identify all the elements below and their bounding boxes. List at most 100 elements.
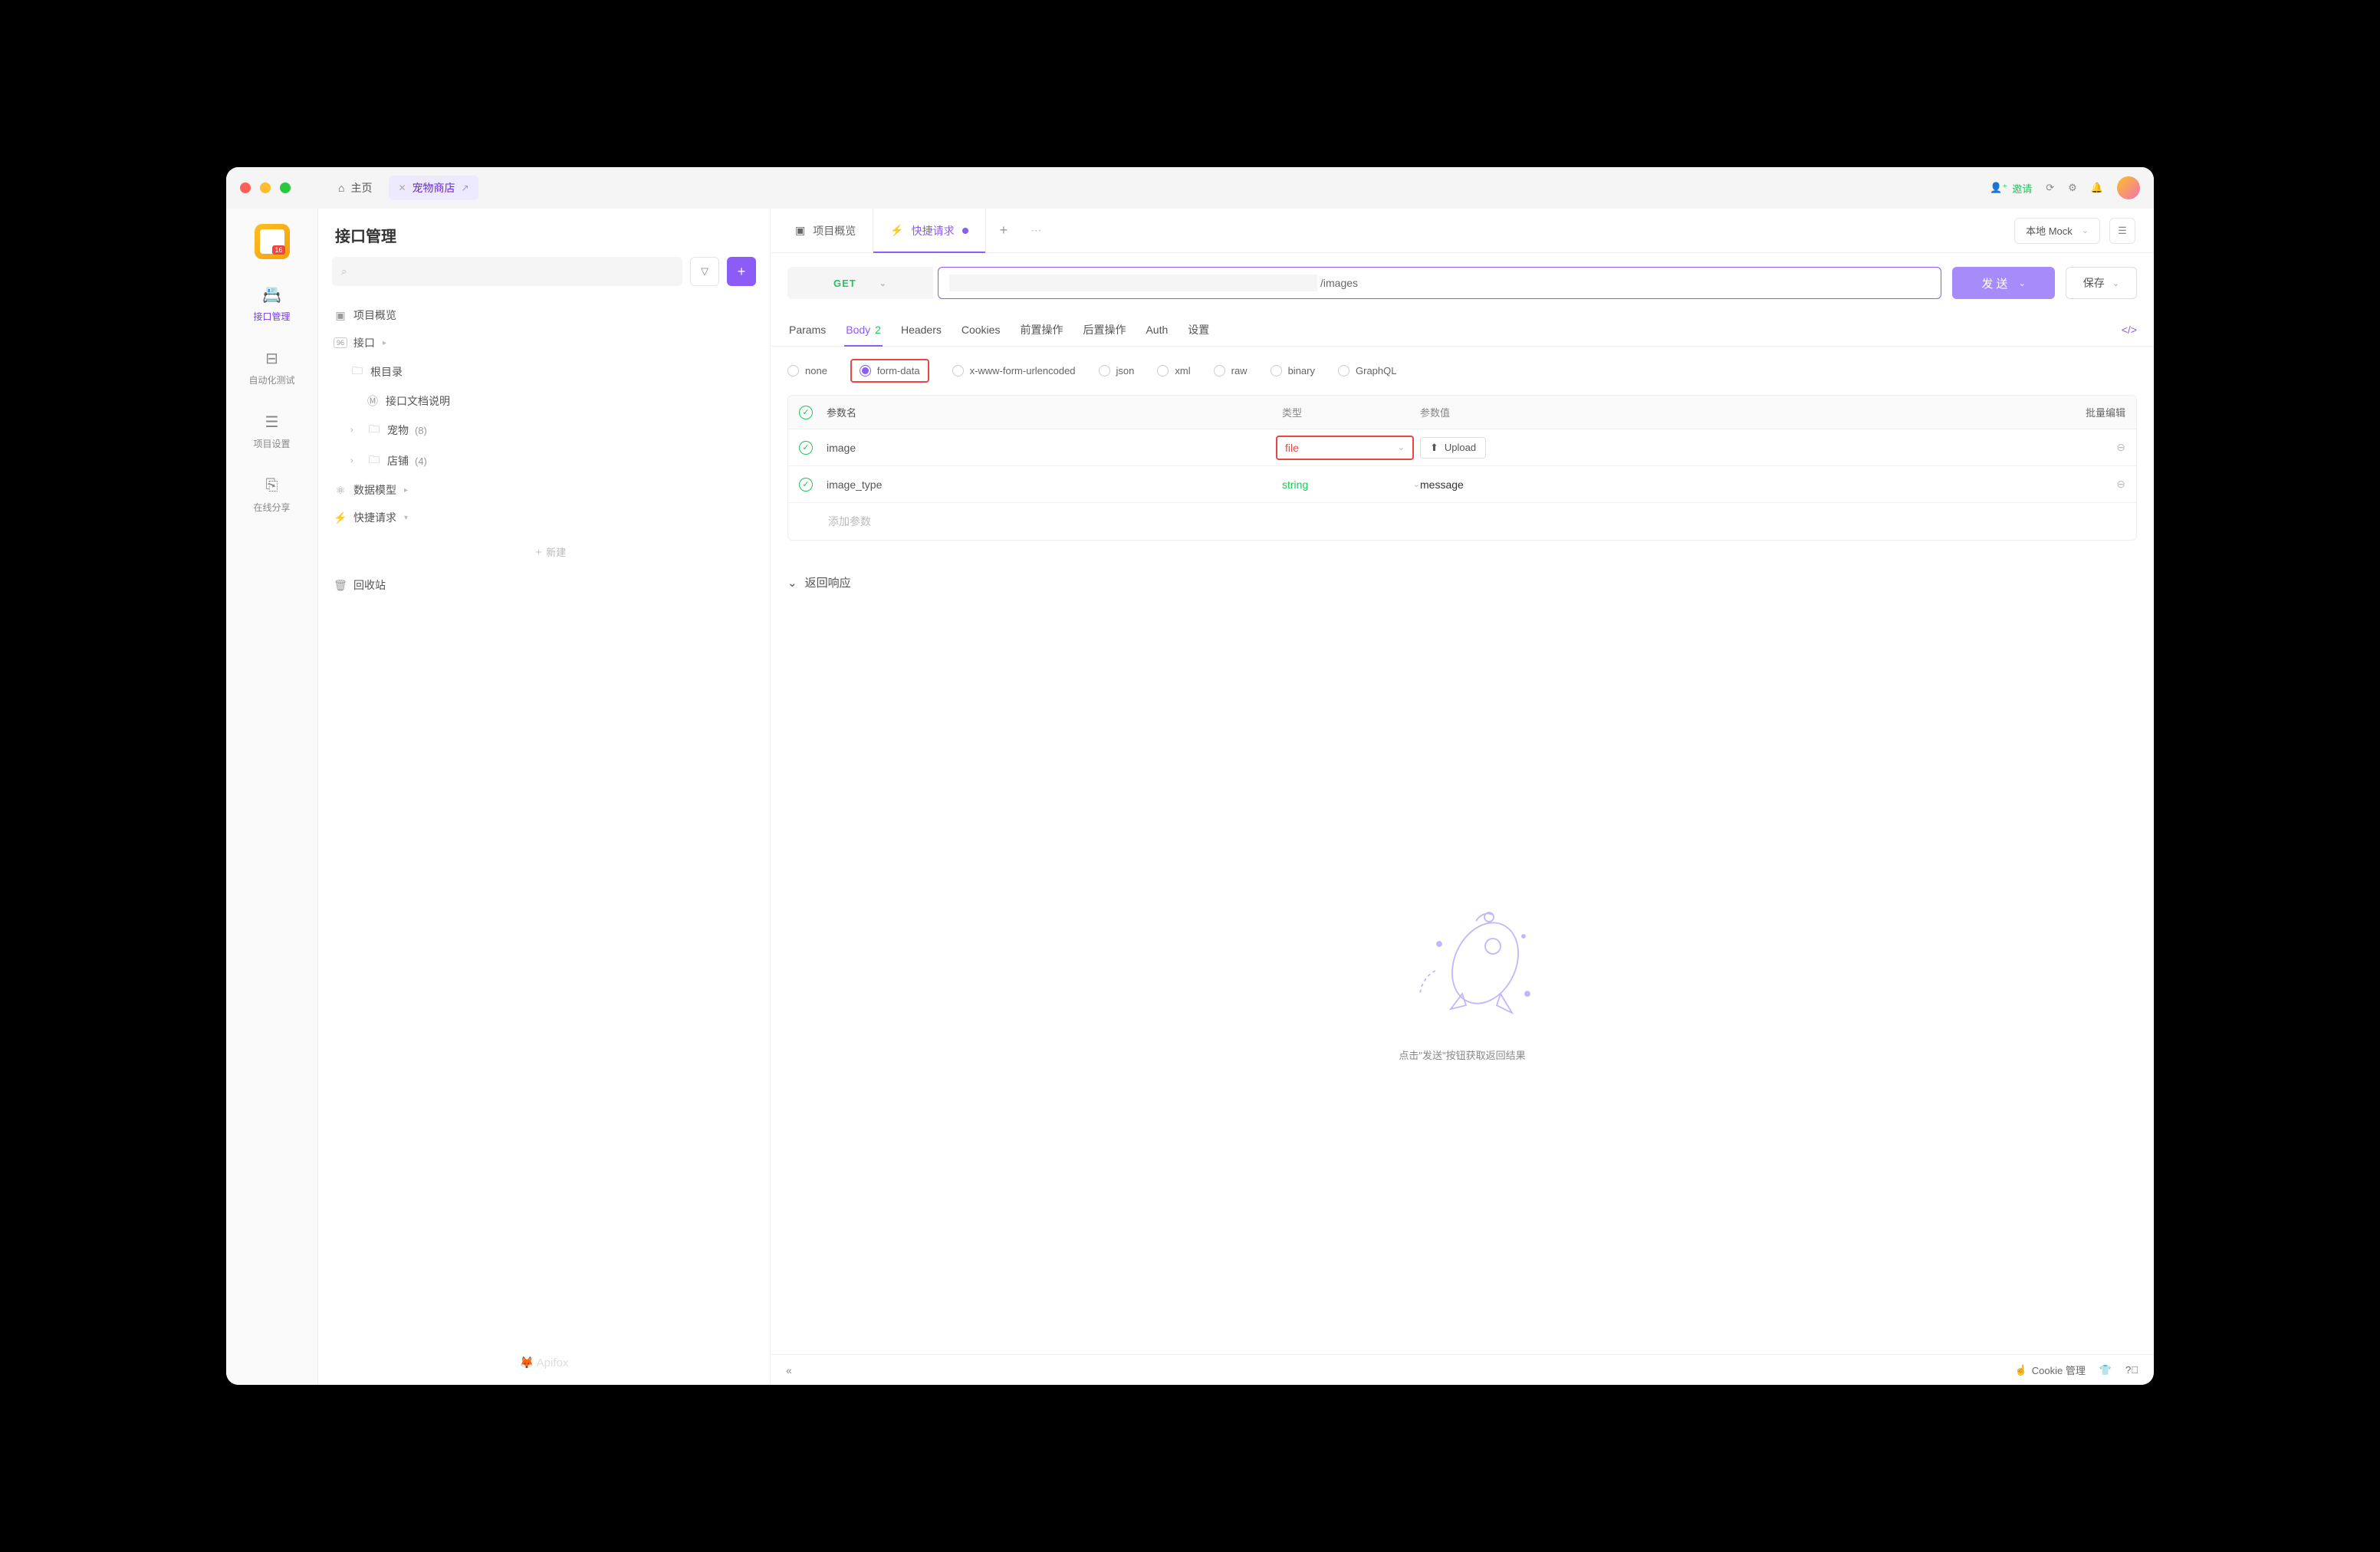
project-label: 宠物商店 (413, 180, 455, 196)
param-name-cell[interactable]: image (827, 442, 1276, 454)
rail-item-automation[interactable]: ⊟ 自动化测试 (248, 347, 294, 386)
filter-icon: ▽ (701, 265, 708, 278)
close-icon[interactable]: ✕ (398, 182, 406, 193)
collapse-sidebar-button[interactable]: « (786, 1364, 792, 1376)
url-input[interactable]: /images (938, 267, 1941, 299)
tab-quick-request[interactable]: ⚡ 快捷请求 (873, 209, 985, 252)
row-check-icon[interactable]: ✓ (799, 478, 813, 492)
tree-interface-root[interactable]: 96 接口 ▸ (318, 329, 770, 357)
radio-form-data[interactable]: form-data (850, 359, 929, 383)
param-type-select[interactable]: string ⌄ (1282, 478, 1420, 491)
remove-row-icon[interactable]: ⊖ (2116, 441, 2125, 453)
ptab-headers[interactable]: Headers (899, 313, 943, 346)
minimize-window-button[interactable] (260, 182, 271, 193)
ptab-post-action[interactable]: 后置操作 (1081, 313, 1127, 346)
radio-raw[interactable]: raw (1214, 365, 1248, 376)
add-button[interactable]: + (727, 257, 756, 286)
home-tab[interactable]: ⌂ 主页 (329, 176, 381, 200)
app-logo[interactable] (255, 224, 290, 259)
upload-button[interactable]: ⬆ Upload (1420, 437, 1486, 459)
help-icon[interactable]: ?⃝ (2125, 1364, 2138, 1376)
response-header[interactable]: ⌄ 返回响应 (787, 564, 2137, 601)
tree-recycle-bin[interactable]: 🗑 回收站 (318, 571, 770, 599)
chevron-down-icon: ⌄ (879, 278, 887, 288)
batch-edit-button[interactable]: 批量编辑 (2086, 407, 2125, 419)
response-area: ⌄ 返回响应 (771, 564, 2154, 1354)
tabs-more-button[interactable]: ⋯ (1021, 209, 1050, 252)
add-param-row[interactable]: 添加参数 (788, 503, 2136, 540)
environment-select[interactable]: 本地 Mock ⌄ (2014, 218, 2100, 244)
close-window-button[interactable] (240, 182, 251, 193)
markdown-icon: Ⓜ (366, 393, 380, 409)
radio-binary[interactable]: binary (1271, 365, 1315, 376)
table-header-row: ✓ 参数名 类型 参数值 批量编辑 (788, 396, 2136, 429)
filter-button[interactable]: ▽ (690, 257, 719, 286)
tree-quick-request[interactable]: ⚡ 快捷请求 ▾ (318, 504, 770, 531)
radio-graphql[interactable]: GraphQL (1338, 365, 1396, 376)
new-button[interactable]: + 新建 (355, 539, 747, 564)
chevron-right-icon: › (350, 426, 361, 435)
refresh-icon[interactable]: ⟳ (2046, 182, 2054, 194)
rail-item-share[interactable]: ⎘ 在线分享 (253, 475, 290, 514)
save-button[interactable]: 保存 ⌄ (2066, 267, 2137, 299)
main-content: ▣ 项目概览 ⚡ 快捷请求 + ⋯ 本地 Mock ⌄ ☰ (771, 209, 2154, 1385)
tree-root-folder[interactable]: 🗀 根目录 (318, 357, 770, 387)
project-tab[interactable]: ✕ 宠物商店 ↗ (389, 176, 478, 200)
bell-icon[interactable]: 🔔 (2091, 182, 2103, 194)
chevron-down-icon: ⌄ (1398, 442, 1405, 452)
settings-icon[interactable]: ⚙ (2068, 182, 2077, 194)
param-type-select[interactable]: file ⌄ (1276, 436, 1414, 460)
urlbar: GET ⌄ /images 发 送 ⌄ 保存 ⌄ (771, 253, 2154, 313)
tree-folder-pets[interactable]: › 🗀 宠物 (8) (318, 415, 770, 446)
search-input[interactable]: ⌕ (332, 257, 682, 286)
row-check-icon[interactable]: ✓ (799, 441, 813, 455)
tree-doc-item[interactable]: Ⓜ 接口文档说明 (318, 387, 770, 415)
tab-project-overview[interactable]: ▣ 项目概览 (778, 209, 873, 252)
bolt-icon: ⚡ (334, 511, 347, 524)
check-all-icon[interactable]: ✓ (799, 406, 813, 419)
radio-none[interactable]: none (787, 365, 827, 376)
remove-row-icon[interactable]: ⊖ (2116, 478, 2125, 490)
invite-button[interactable]: 👤⁺ 邀请 (1990, 181, 2032, 196)
method-select[interactable]: GET ⌄ (787, 267, 933, 299)
ptab-auth[interactable]: Auth (1144, 313, 1169, 346)
response-empty-state: 点击"发送"按钮获取返回结果 (787, 601, 2137, 1354)
maximize-window-button[interactable] (280, 182, 291, 193)
shirt-icon[interactable]: 👕 (2099, 1364, 2112, 1376)
statusbar: « ☝ Cookie 管理 👕 ?⃝ (771, 1354, 2154, 1385)
send-button[interactable]: 发 送 ⌄ (1952, 267, 2054, 299)
url-group: GET ⌄ /images (787, 267, 1941, 299)
avatar[interactable] (2117, 176, 2140, 199)
tree-data-model[interactable]: ⚛ 数据模型 ▸ (318, 476, 770, 504)
radio-json[interactable]: json (1099, 365, 1135, 376)
tree-folder-shops[interactable]: › 🗀 店铺 (4) (318, 446, 770, 476)
param-name-cell[interactable]: image_type (827, 478, 1282, 491)
external-link-icon[interactable]: ↗ (462, 182, 469, 193)
overview-icon: ▣ (795, 224, 805, 237)
ptab-pre-action[interactable]: 前置操作 (1018, 313, 1064, 346)
radio-xml[interactable]: xml (1157, 365, 1190, 376)
chevron-down-icon: ⌄ (2019, 278, 2026, 288)
panel-menu-button[interactable]: ☰ (2109, 218, 2135, 244)
cookie-management-button[interactable]: ☝ Cookie 管理 (2015, 1363, 2086, 1377)
content-tabs: ▣ 项目概览 ⚡ 快捷请求 + ⋯ 本地 Mock ⌄ ☰ (771, 209, 2154, 253)
ptab-params[interactable]: Params (787, 313, 827, 346)
ptab-body[interactable]: Body 2 (844, 313, 883, 346)
param-tabs: Params Body 2 Headers Cookies 前置操作 后置操作 … (771, 313, 2154, 347)
param-value-cell[interactable]: message (1420, 478, 2079, 491)
home-label: 主页 (350, 180, 372, 196)
titlebar-right: 👤⁺ 邀请 ⟳ ⚙ 🔔 (1990, 176, 2140, 199)
ptab-cookies[interactable]: Cookies (960, 313, 1002, 346)
rail-item-api[interactable]: 📇 接口管理 (253, 284, 290, 323)
code-view-button[interactable]: </> (2122, 324, 2137, 336)
tree-project-overview[interactable]: ▣ 项目概览 (318, 301, 770, 329)
ptab-settings[interactable]: 设置 (1186, 313, 1211, 346)
fox-icon: 🦊 (520, 1356, 534, 1370)
radio-urlencoded[interactable]: x-www-form-urlencoded (952, 365, 1076, 376)
add-tab-button[interactable]: + (986, 209, 1022, 252)
calendar-icon: 📇 (261, 284, 282, 305)
chevron-right-icon: ▸ (383, 339, 386, 347)
plus-icon: + (536, 546, 542, 557)
rail-item-settings[interactable]: ☰ 项目设置 (253, 411, 290, 450)
data-model-icon: ⚛ (334, 484, 347, 497)
